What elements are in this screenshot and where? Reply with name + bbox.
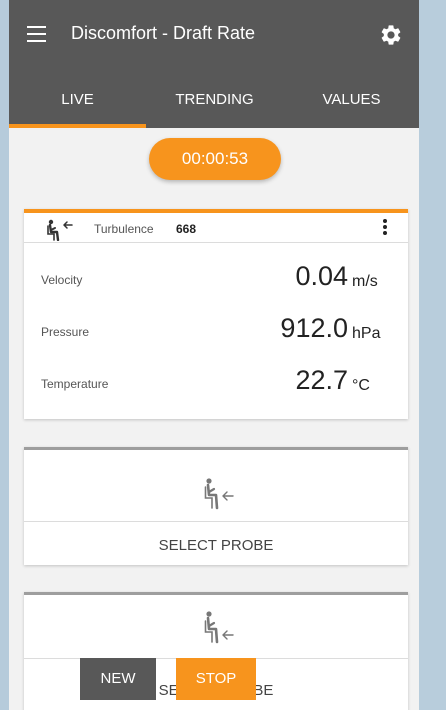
tab-trending[interactable]: TRENDING [146, 70, 283, 128]
card-divider [24, 521, 408, 522]
pressure-value: 912.0 [280, 313, 348, 343]
background-right [419, 0, 446, 710]
top-app-bar: Discomfort - Draft Rate [9, 0, 419, 70]
app-screen: Discomfort - Draft Rate LIVE TRENDING VA… [9, 0, 419, 710]
measurement-row-temperature: Temperature 22.7 °C [24, 363, 408, 403]
tab-live[interactable]: LIVE [9, 70, 146, 128]
empty-probe-slot[interactable]: SELECT PROBE [24, 447, 408, 565]
probe-card-header: Turbulence 668 [24, 213, 408, 243]
seated-person-draft-icon [204, 478, 234, 510]
active-tab-indicator [9, 124, 146, 128]
turbulence-value: 668 [176, 222, 197, 236]
pressure-unit: hPa [352, 325, 381, 342]
measurement-row-velocity: Velocity 0.04 m/s [24, 259, 408, 299]
page-title: Discomfort - Draft Rate [71, 23, 256, 43]
seated-person-draft-icon [204, 611, 234, 644]
background-left [0, 0, 9, 710]
turbulence-label: Turbulence [94, 222, 154, 236]
gear-icon[interactable] [379, 23, 403, 47]
temperature-value: 22.7 [295, 365, 348, 395]
stop-button[interactable]: STOP [176, 658, 256, 700]
more-options-icon[interactable] [380, 219, 390, 237]
measurement-row-pressure: Pressure 912.0 hPa [24, 311, 408, 351]
velocity-value: 0.04 [295, 261, 348, 291]
probe-card-turbulence: Turbulence 668 Velocity 0.04 m/s Pressur… [24, 209, 408, 419]
temperature-label: Temperature [41, 377, 109, 391]
tab-values[interactable]: VALUES [283, 70, 419, 128]
new-button[interactable]: NEW [80, 658, 156, 700]
pressure-label: Pressure [41, 325, 90, 339]
velocity-unit: m/s [352, 273, 378, 290]
tab-bar: LIVE TRENDING VALUES [9, 70, 419, 128]
seated-person-draft-icon [47, 219, 73, 241]
velocity-label: Velocity [41, 273, 83, 287]
temperature-unit: °C [352, 377, 370, 394]
measurement-timer: 00:00:53 [149, 138, 281, 180]
hamburger-menu-icon[interactable] [27, 26, 46, 42]
select-probe-button[interactable]: SELECT PROBE [24, 537, 408, 554]
